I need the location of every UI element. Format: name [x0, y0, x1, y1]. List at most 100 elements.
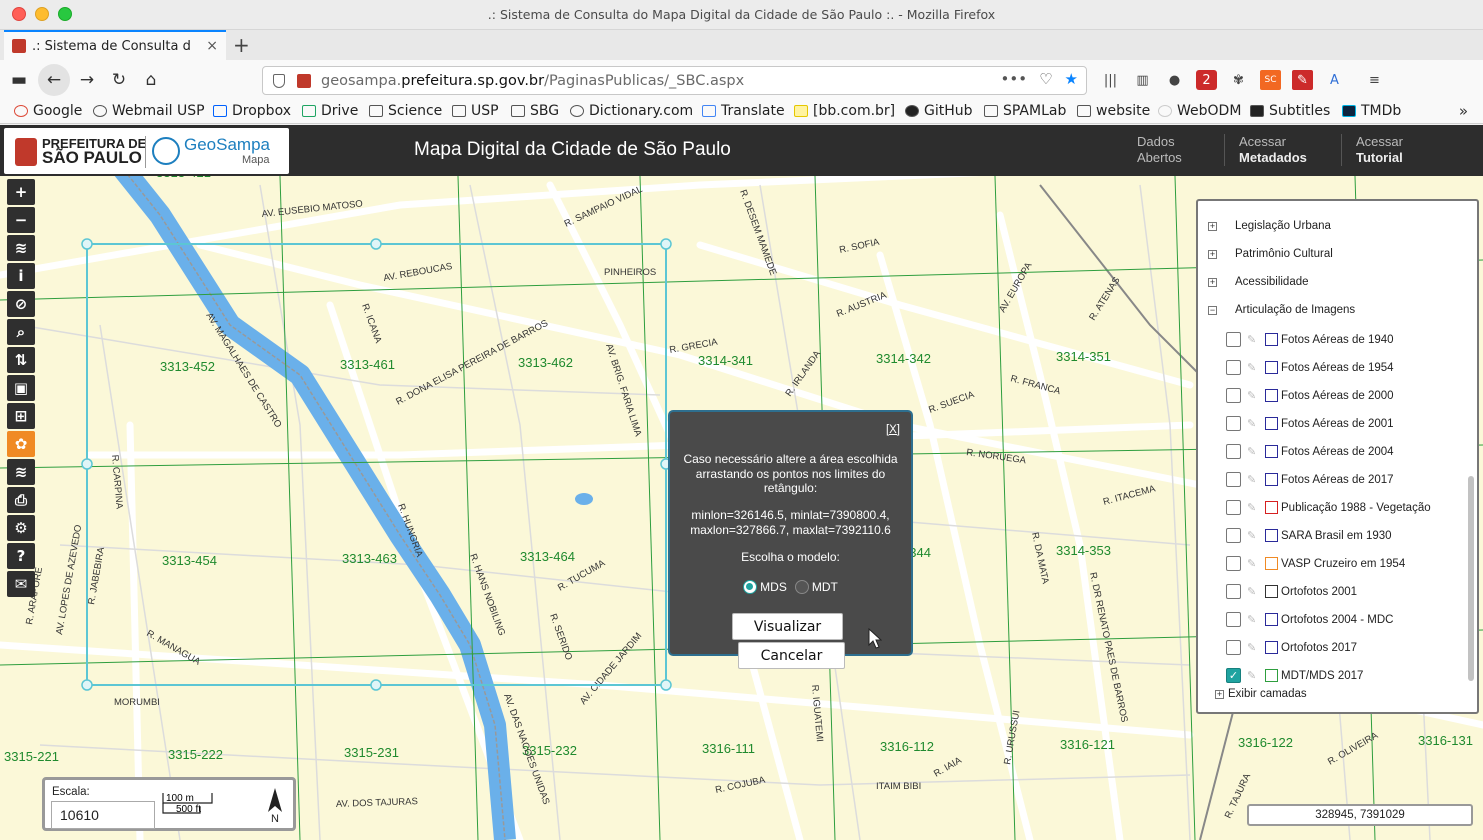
layer-group-legislacao[interactable]: + Legislação Urbana	[1208, 220, 1331, 232]
pin-icon[interactable]: ✎	[1247, 333, 1259, 347]
layer-checkbox[interactable]	[1226, 472, 1241, 487]
sidebar-toggle-icon[interactable]: ▬	[7, 68, 31, 92]
download-models-icon[interactable]: ✿	[7, 431, 35, 457]
bookmark-github[interactable]: GitHub	[905, 103, 973, 119]
pin-icon[interactable]: ✎	[1247, 669, 1259, 683]
expand-icon[interactable]: +	[1208, 221, 1217, 231]
layers-icon[interactable]: ≋	[7, 235, 35, 261]
help-icon[interactable]: ?	[7, 543, 35, 569]
bookmark-subtitles[interactable]: Subtitles	[1250, 103, 1330, 119]
translate-extension-icon[interactable]: A	[1324, 70, 1345, 90]
layer-item[interactable]: ✎ SARA Brasil em 1930	[1226, 528, 1392, 543]
zoom-out-button[interactable]: −	[7, 207, 35, 233]
dados-abertos-link[interactable]: Dados Abertos	[1137, 134, 1182, 166]
bookmark-dictionary[interactable]: Dictionary.com	[570, 103, 693, 119]
back-arrow-icon[interactable]: ←	[42, 68, 66, 92]
save-icon[interactable]: ▣	[7, 375, 35, 401]
pocket-icon[interactable]: ♡	[1039, 70, 1052, 88]
reload-button[interactable]: ↻	[107, 68, 131, 92]
radio-mdt-indicator[interactable]	[794, 580, 809, 594]
layer-checkbox[interactable]	[1226, 556, 1241, 571]
expand-icon[interactable]: +	[1215, 689, 1224, 699]
measure-icon[interactable]: ⊞	[7, 403, 35, 429]
cancel-button[interactable]: Cancelar	[738, 642, 845, 669]
bookmark-webodm[interactable]: WebODM	[1158, 103, 1241, 119]
pin-icon[interactable]: ✎	[1247, 641, 1259, 655]
layer-group-articulacao[interactable]: − Articulação de Imagens	[1208, 304, 1355, 316]
close-tab-icon[interactable]: ×	[206, 38, 218, 54]
search-icon[interactable]: ⌕	[7, 319, 35, 345]
visualize-button[interactable]: Visualizar	[732, 613, 843, 640]
bookmark-usp[interactable]: USP	[452, 103, 499, 119]
logo-box[interactable]: PREFEITURA DE SÃO PAULO GeoSampa Mapa	[4, 128, 289, 174]
new-tab-button[interactable]: +	[233, 33, 250, 57]
pin-icon[interactable]: ✎	[1247, 473, 1259, 487]
layer-checkbox[interactable]: ✓	[1226, 668, 1241, 683]
pin-icon[interactable]: ✎	[1247, 389, 1259, 403]
pin-icon[interactable]: ✎	[1247, 557, 1259, 571]
zoom-in-button[interactable]: +	[7, 179, 35, 205]
extension-badge-icon[interactable]: 2	[1196, 70, 1217, 90]
library-icon[interactable]: |||	[1100, 70, 1121, 90]
layer-item[interactable]: ✎ Ortofotos 2017	[1226, 640, 1357, 655]
bookmark-webmail-usp[interactable]: Webmail USP	[93, 103, 205, 119]
bookmark-science[interactable]: Science	[369, 103, 442, 119]
account-icon[interactable]: ●	[1164, 70, 1185, 90]
layer-checkbox[interactable]	[1226, 528, 1241, 543]
radio-mdt[interactable]: MDT	[794, 580, 838, 594]
layer-checkbox[interactable]	[1226, 640, 1241, 655]
site-identity-icon[interactable]	[297, 73, 311, 88]
page-actions-icon[interactable]: •••	[1001, 70, 1028, 88]
layer-item[interactable]: ✎ Ortofotos 2004 - MDC	[1226, 612, 1393, 627]
tracking-shield-icon[interactable]	[273, 73, 285, 88]
pin-icon[interactable]: ✎	[1247, 585, 1259, 599]
mail-icon[interactable]: ✉	[7, 571, 35, 597]
layer-item[interactable]: ✎ Fotos Aéreas de 2001	[1226, 416, 1394, 431]
layer-group-acessibilidade[interactable]: + Acessibilidade	[1208, 276, 1309, 288]
browser-tab[interactable]: .: Sistema de Consulta d ×	[4, 30, 226, 60]
layer-checkbox[interactable]	[1226, 332, 1241, 347]
pin-icon[interactable]: ✎	[1247, 501, 1259, 515]
reader-sidebar-icon[interactable]: ▥	[1132, 70, 1153, 90]
layer-panel-scrollbar[interactable]	[1468, 476, 1474, 681]
contour-icon[interactable]: ≋	[7, 459, 35, 485]
layer-item[interactable]: ✎ Fotos Aéreas de 2017	[1226, 472, 1394, 487]
no-select-icon[interactable]: ⊘	[7, 291, 35, 317]
layer-item[interactable]: ✎ VASP Cruzeiro em 1954	[1226, 556, 1405, 571]
bookmark-sbg[interactable]: SBG	[511, 103, 559, 119]
bookmarks-overflow-icon[interactable]: »	[1459, 102, 1468, 120]
layer-checkbox[interactable]	[1226, 612, 1241, 627]
settings-icon[interactable]: ⚙	[7, 515, 35, 541]
url-bar[interactable]: geosampa. prefeitura.sp.gov.br/PaginasPub…	[262, 66, 1087, 95]
layer-group-patrimonio[interactable]: + Patrimônio Cultural	[1208, 248, 1333, 260]
layer-item[interactable]: ✓ ✎ MDT/MDS 2017	[1226, 668, 1363, 683]
expand-icon[interactable]: +	[1208, 249, 1217, 259]
forward-button[interactable]: →	[75, 68, 99, 92]
info-icon[interactable]: i	[7, 263, 35, 289]
scholar-extension-icon[interactable]: SC	[1260, 70, 1281, 90]
expand-icon[interactable]: +	[1208, 277, 1217, 287]
layer-item[interactable]: ✎ Fotos Aéreas de 2000	[1226, 388, 1394, 403]
layer-item[interactable]: ✎ Publicação 1988 - Vegetação	[1226, 500, 1431, 515]
layer-checkbox[interactable]	[1226, 584, 1241, 599]
radio-mds-indicator[interactable]	[743, 580, 758, 594]
pin-icon[interactable]: ✎	[1247, 613, 1259, 627]
bookmark-dropbox[interactable]: Dropbox	[213, 103, 291, 119]
route-icon[interactable]: ⇅	[7, 347, 35, 373]
bookmark-website[interactable]: website	[1077, 103, 1150, 119]
gnome-extension-icon[interactable]: ✾	[1228, 70, 1249, 90]
bookmark-tmdb[interactable]: TMDb	[1342, 103, 1401, 119]
bookmark-translate[interactable]: Translate	[702, 103, 785, 119]
home-button[interactable]: ⌂	[139, 68, 163, 92]
collapse-icon[interactable]: −	[1208, 305, 1217, 315]
bookmark-google[interactable]: Google	[14, 103, 82, 119]
layer-item[interactable]: ✎ Fotos Aéreas de 1954	[1226, 360, 1394, 375]
layer-checkbox[interactable]	[1226, 416, 1241, 431]
layer-item[interactable]: ✎ Ortofotos 2001	[1226, 584, 1357, 599]
bookmark-drive[interactable]: Drive	[302, 103, 358, 119]
radio-mds[interactable]: MDS	[743, 580, 787, 594]
pin-icon[interactable]: ✎	[1247, 361, 1259, 375]
metadados-link[interactable]: Acessar Metadados	[1224, 134, 1307, 166]
bookmark-bb[interactable]: [bb.com.br]	[794, 103, 895, 119]
pin-icon[interactable]: ✎	[1247, 529, 1259, 543]
